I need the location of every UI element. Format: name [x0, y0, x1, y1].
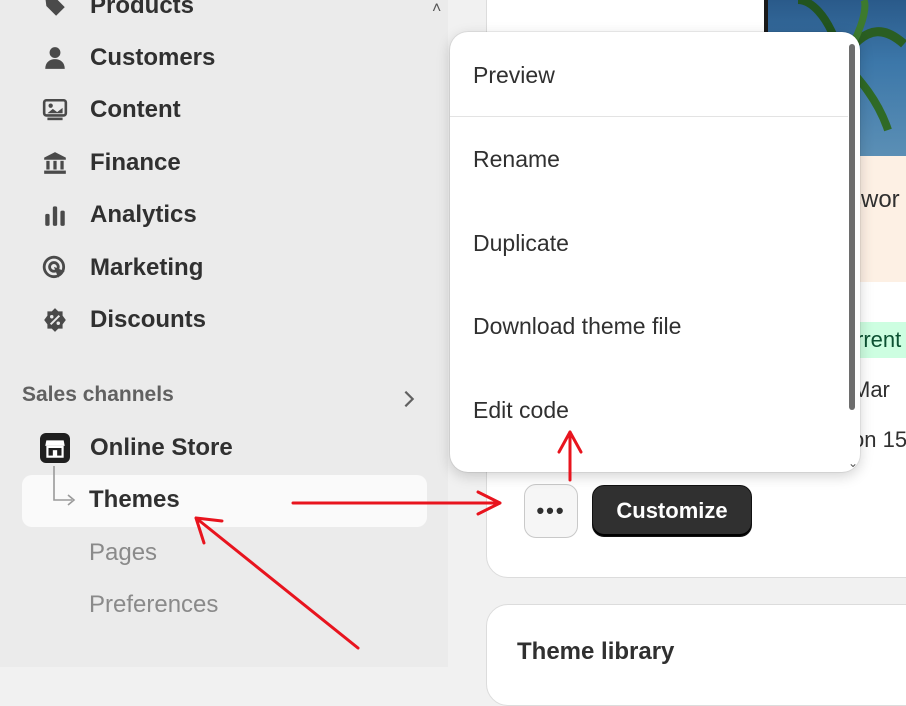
- chevron-up-icon[interactable]: ˄: [432, 0, 441, 18]
- menu-item-edit-code[interactable]: Edit code: [473, 397, 569, 424]
- menu-divider: [450, 116, 848, 117]
- tree-connector-icon: [53, 466, 76, 506]
- sidebar-item-customers[interactable]: Customers: [40, 38, 215, 78]
- target-icon: [40, 253, 70, 283]
- bar-chart-icon: [40, 200, 70, 230]
- ellipsis-icon: •••: [536, 498, 566, 523]
- sidebar-item-marketing[interactable]: Marketing: [40, 248, 203, 288]
- sidebar-item-label: Discounts: [90, 306, 207, 333]
- menu-scrollbar[interactable]: [849, 44, 855, 410]
- sidebar-item-finance[interactable]: Finance: [40, 143, 181, 183]
- sidebar: Products ˄ Customers Content Finance Ana…: [0, 0, 448, 667]
- store-icon: [40, 433, 70, 463]
- bank-icon: [40, 148, 70, 178]
- sidebar-item-label: Finance: [90, 149, 181, 176]
- sidebar-item-label: Customers: [90, 44, 216, 71]
- current-theme-badge: rrent: [852, 322, 906, 358]
- sidebar-item-label: Content: [90, 96, 181, 123]
- sub-item-themes[interactable]: Themes: [89, 486, 180, 514]
- sub-item-preferences[interactable]: Preferences: [89, 591, 218, 619]
- sidebar-item-products[interactable]: Products: [40, 0, 194, 26]
- percent-badge-icon: [40, 305, 70, 335]
- image-icon: [40, 95, 70, 125]
- sidebar-item-label: Marketing: [90, 254, 204, 281]
- sidebar-item-discounts[interactable]: Discounts: [40, 300, 206, 340]
- sidebar-item-content[interactable]: Content: [40, 90, 181, 130]
- sidebar-item-themes[interactable]: [22, 475, 427, 527]
- sales-channels-label: Sales channels: [22, 383, 174, 406]
- menu-item-duplicate[interactable]: Duplicate: [473, 230, 569, 257]
- sidebar-item-online-store[interactable]: Online Store: [40, 428, 233, 468]
- person-icon: [40, 43, 70, 73]
- sub-item-pages[interactable]: Pages: [89, 539, 157, 567]
- chevron-right-icon[interactable]: [398, 388, 420, 410]
- more-actions-button[interactable]: •••: [524, 484, 578, 538]
- sidebar-item-analytics[interactable]: Analytics: [40, 195, 197, 235]
- tag-icon: [40, 0, 70, 21]
- theme-version-text: on 15: [852, 427, 906, 452]
- sidebar-item-label: Analytics: [90, 201, 197, 228]
- sidebar-item-label: Online Store: [90, 434, 233, 461]
- theme-library-title: Theme library: [517, 638, 675, 665]
- menu-item-download-theme-file[interactable]: Download theme file: [473, 313, 681, 340]
- customize-button[interactable]: Customize: [592, 485, 752, 537]
- menu-item-rename[interactable]: Rename: [473, 146, 560, 173]
- menu-item-preview[interactable]: Preview: [473, 62, 555, 89]
- theme-actions-menu: Preview Rename Duplicate Download theme …: [450, 32, 860, 472]
- sidebar-item-label: Products: [90, 0, 195, 19]
- scroll-down-icon[interactable]: ⌄: [848, 456, 858, 470]
